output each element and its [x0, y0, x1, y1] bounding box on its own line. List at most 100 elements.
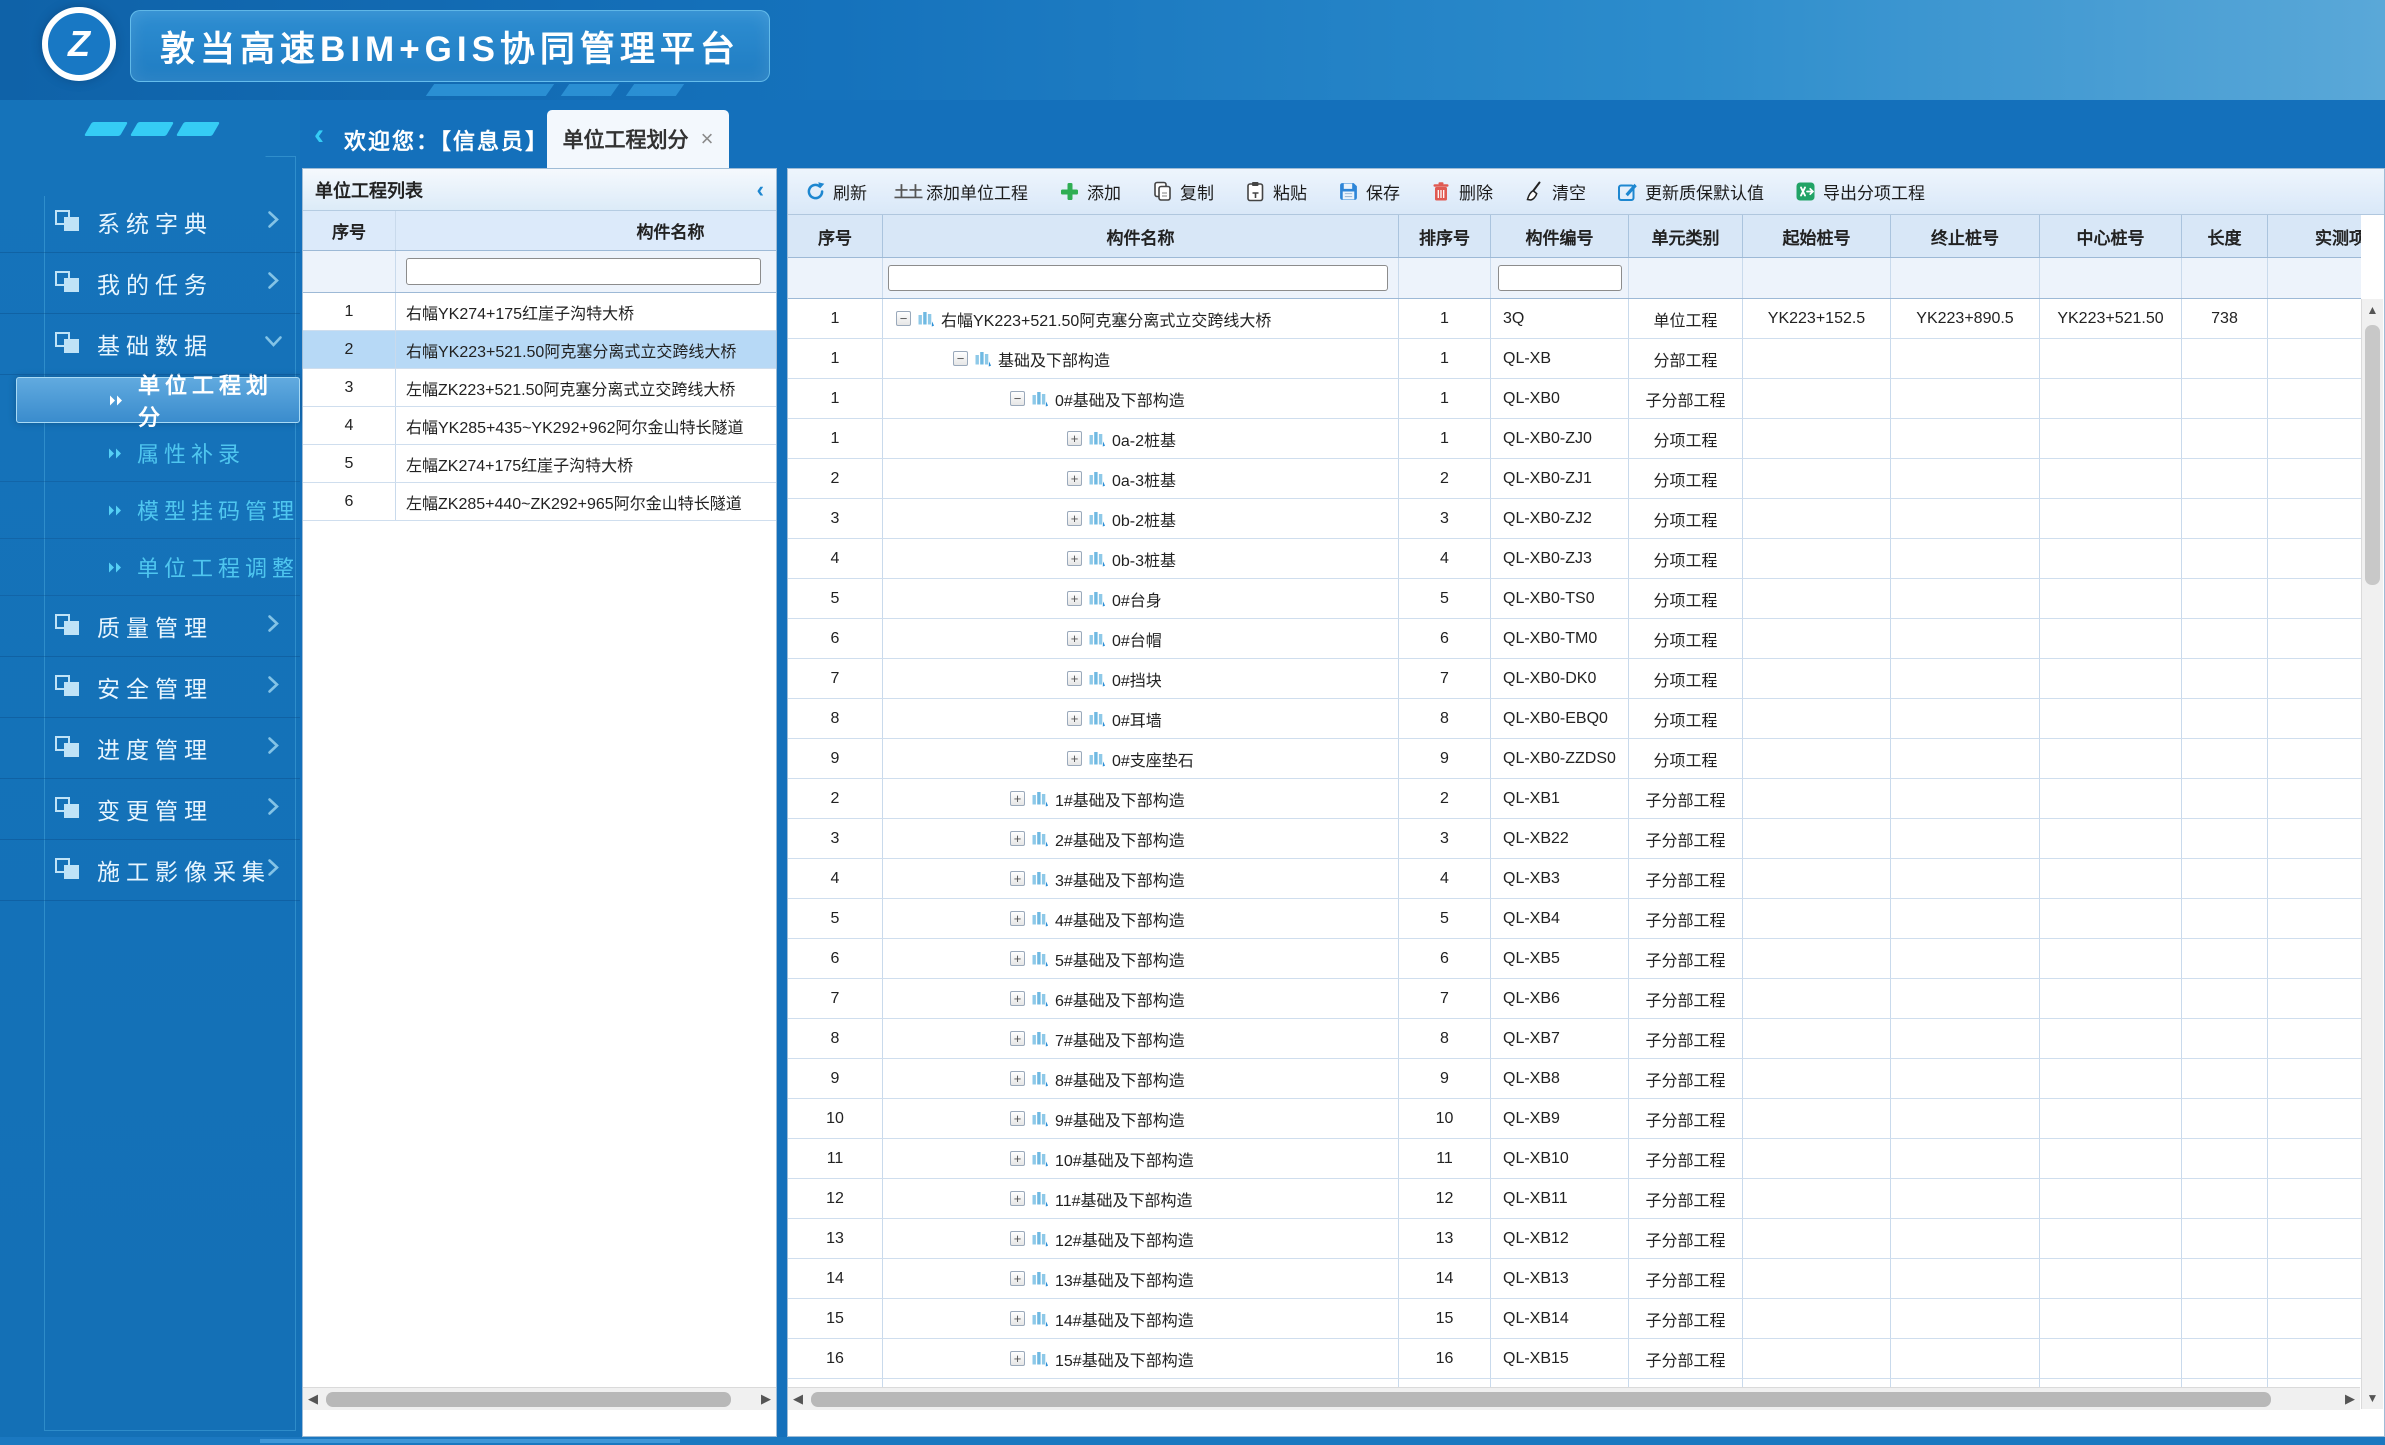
component-row[interactable]: 6+0#台帽6QL-XB0-TM0分项工程 [788, 619, 2361, 659]
expand-toggle-icon[interactable]: + [1067, 431, 1082, 446]
unit-project-row[interactable]: 3左幅ZK223+521.50阿克塞分离式立交跨线大桥 [303, 369, 776, 407]
expand-toggle-icon[interactable]: + [1010, 1071, 1025, 1086]
component-row[interactable]: 4+0b-3桩基4QL-XB0-ZJ3分项工程 [788, 539, 2361, 579]
unit-name-filter-input[interactable] [406, 258, 761, 285]
expand-toggle-icon[interactable]: + [1010, 951, 1025, 966]
component-row[interactable]: 5+4#基础及下部构造5QL-XB4子分部工程 [788, 899, 2361, 939]
sidebar-item-2[interactable]: 基础数据 [0, 314, 300, 375]
update-default-button[interactable]: 更新质保默认值 [1616, 179, 1764, 204]
scrollbar-thumb[interactable] [326, 1392, 731, 1407]
component-row[interactable]: 7+6#基础及下部构造7QL-XB6子分部工程 [788, 979, 2361, 1019]
tab-unit-project-division[interactable]: 单位工程划分 × [547, 110, 729, 168]
column-header[interactable]: 序号 [303, 211, 396, 250]
component-row[interactable]: 14+13#基础及下部构造14QL-XB13子分部工程 [788, 1259, 2361, 1299]
column-header[interactable]: 终止桩号 [1891, 215, 2040, 257]
plus-button[interactable]: 添加 [1058, 179, 1121, 204]
expand-toggle-icon[interactable]: + [1067, 471, 1082, 486]
expand-toggle-icon[interactable]: + [1010, 1151, 1025, 1166]
component-row[interactable]: 3+0b-2桩基3QL-XB0-ZJ2分项工程 [788, 499, 2361, 539]
component-row[interactable]: 2+1#基础及下部构造2QL-XB1子分部工程 [788, 779, 2361, 819]
refresh-button[interactable]: 刷新 [804, 179, 867, 204]
expand-toggle-icon[interactable]: + [1067, 551, 1082, 566]
sidebar-item-1[interactable]: 我的任务 [0, 253, 300, 314]
paste-button[interactable]: 粘贴 [1244, 179, 1307, 204]
sidebar-collapse-icon[interactable]: ‹ [314, 118, 324, 152]
column-header[interactable]: 实测项目数 [2268, 215, 2361, 257]
expand-toggle-icon[interactable]: + [1010, 911, 1025, 926]
unit-project-row[interactable]: 5左幅ZK274+175红崖子沟特大桥 [303, 445, 776, 483]
left-horizontal-scrollbar[interactable]: ◀ ▶ [303, 1387, 776, 1410]
column-header[interactable]: 起始桩号 [1743, 215, 1891, 257]
vertical-scrollbar[interactable]: ▲ ▼ [2361, 299, 2383, 1409]
expand-toggle-icon[interactable]: + [1010, 1231, 1025, 1246]
expand-toggle-icon[interactable]: + [1067, 671, 1082, 686]
sidebar-item-5[interactable]: 进度管理 [0, 718, 300, 779]
expand-toggle-icon[interactable]: + [1010, 1191, 1025, 1206]
expand-toggle-icon[interactable]: + [1010, 1031, 1025, 1046]
sidebar-item-6[interactable]: 变更管理 [0, 779, 300, 840]
sidebar-subitem-2-0[interactable]: 单位工程划分 [16, 377, 300, 423]
column-header[interactable]: 排序号 [1399, 215, 1491, 257]
column-header[interactable]: 长度 [2182, 215, 2268, 257]
column-header[interactable]: 构件名称 [396, 211, 776, 250]
expand-toggle-icon[interactable]: + [1010, 1351, 1025, 1366]
sidebar-item-7[interactable]: 施工影像采集 [0, 840, 300, 901]
component-row[interactable]: 1−右幅YK223+521.50阿克塞分离式立交跨线大桥13Q单位工程YK223… [788, 299, 2361, 339]
expand-toggle-icon[interactable]: + [1010, 991, 1025, 1006]
column-header[interactable]: 单元类别 [1629, 215, 1743, 257]
scroll-left-arrow-icon[interactable]: ◀ [788, 1388, 808, 1411]
panel-collapse-icon[interactable]: ‹ [757, 177, 764, 203]
scroll-left-arrow-icon[interactable]: ◀ [303, 1388, 323, 1411]
component-row[interactable]: 7+0#挡块7QL-XB0-DK0分项工程 [788, 659, 2361, 699]
component-row[interactable]: 9+8#基础及下部构造9QL-XB8子分部工程 [788, 1059, 2361, 1099]
sidebar-item-3[interactable]: 质量管理 [0, 596, 300, 657]
component-row[interactable]: 11+10#基础及下部构造11QL-XB10子分部工程 [788, 1139, 2361, 1179]
tab-close-icon[interactable]: × [701, 126, 714, 152]
expand-toggle-icon[interactable]: + [1067, 711, 1082, 726]
expand-toggle-icon[interactable]: + [1010, 1111, 1025, 1126]
expand-toggle-icon[interactable]: + [1067, 751, 1082, 766]
scrollbar-thumb[interactable] [811, 1392, 2271, 1407]
collapse-toggle-icon[interactable]: − [896, 311, 911, 326]
column-header[interactable]: 中心桩号 [2040, 215, 2182, 257]
expand-toggle-icon[interactable]: + [1010, 871, 1025, 886]
scrollbar-thumb[interactable] [2365, 325, 2380, 585]
component-row[interactable]: 12+11#基础及下部构造12QL-XB11子分部工程 [788, 1179, 2361, 1219]
main-horizontal-scrollbar[interactable]: ◀ ▶ [788, 1387, 2360, 1410]
component-row[interactable]: 10+9#基础及下部构造10QL-XB9子分部工程 [788, 1099, 2361, 1139]
column-header[interactable]: 构件名称 [883, 215, 1399, 257]
expand-toggle-icon[interactable]: + [1067, 591, 1082, 606]
collapse-toggle-icon[interactable]: − [1010, 391, 1025, 406]
unit-project-row[interactable]: 4右幅YK285+435~YK292+962阿尔金山特长隧道 [303, 407, 776, 445]
scroll-right-arrow-icon[interactable]: ▶ [2340, 1388, 2360, 1411]
save-button[interactable]: 保存 [1337, 179, 1400, 204]
scroll-right-arrow-icon[interactable]: ▶ [756, 1388, 776, 1411]
component-row[interactable]: 1−基础及下部构造1QL-XB分部工程 [788, 339, 2361, 379]
unit-project-row[interactable]: 1右幅YK274+175红崖子沟特大桥 [303, 293, 776, 331]
component-row[interactable]: 5+0#台身5QL-XB0-TS0分项工程 [788, 579, 2361, 619]
component-row[interactable]: 9+0#支座垫石9QL-XB0-ZZDS0分项工程 [788, 739, 2361, 779]
expand-toggle-icon[interactable]: + [1010, 1271, 1025, 1286]
export-excel-button[interactable]: 导出分项工程 [1794, 179, 1925, 204]
unit-project-row[interactable]: 6左幅ZK285+440~ZK292+965阿尔金山特长隧道 [303, 483, 776, 521]
component-row[interactable]: 13+12#基础及下部构造13QL-XB12子分部工程 [788, 1219, 2361, 1259]
component-row[interactable]: 8+0#耳墙8QL-XB0-EBQ0分项工程 [788, 699, 2361, 739]
component-row[interactable]: 6+5#基础及下部构造6QL-XB5子分部工程 [788, 939, 2361, 979]
column-header[interactable]: 构件编号 [1491, 215, 1629, 257]
delete-button[interactable]: 删除 [1430, 179, 1493, 204]
component-row[interactable]: 15+14#基础及下部构造15QL-XB14子分部工程 [788, 1299, 2361, 1339]
component-row[interactable]: 4+3#基础及下部构造4QL-XB3子分部工程 [788, 859, 2361, 899]
component-code-filter-input[interactable] [1498, 265, 1622, 291]
copy-button[interactable]: 复制 [1151, 179, 1214, 204]
column-header[interactable]: 序号 [788, 215, 883, 257]
component-row[interactable]: 2+0a-3桩基2QL-XB0-ZJ1分项工程 [788, 459, 2361, 499]
expand-toggle-icon[interactable]: + [1010, 791, 1025, 806]
expand-toggle-icon[interactable]: + [1010, 1311, 1025, 1326]
expand-toggle-icon[interactable]: + [1067, 631, 1082, 646]
sidebar-item-4[interactable]: 安全管理 [0, 657, 300, 718]
collapse-toggle-icon[interactable]: − [953, 351, 968, 366]
expand-toggle-icon[interactable]: + [1067, 511, 1082, 526]
component-row[interactable]: 8+7#基础及下部构造8QL-XB7子分部工程 [788, 1019, 2361, 1059]
expand-toggle-icon[interactable]: + [1010, 831, 1025, 846]
component-row[interactable]: 16+15#基础及下部构造16QL-XB15子分部工程 [788, 1339, 2361, 1379]
